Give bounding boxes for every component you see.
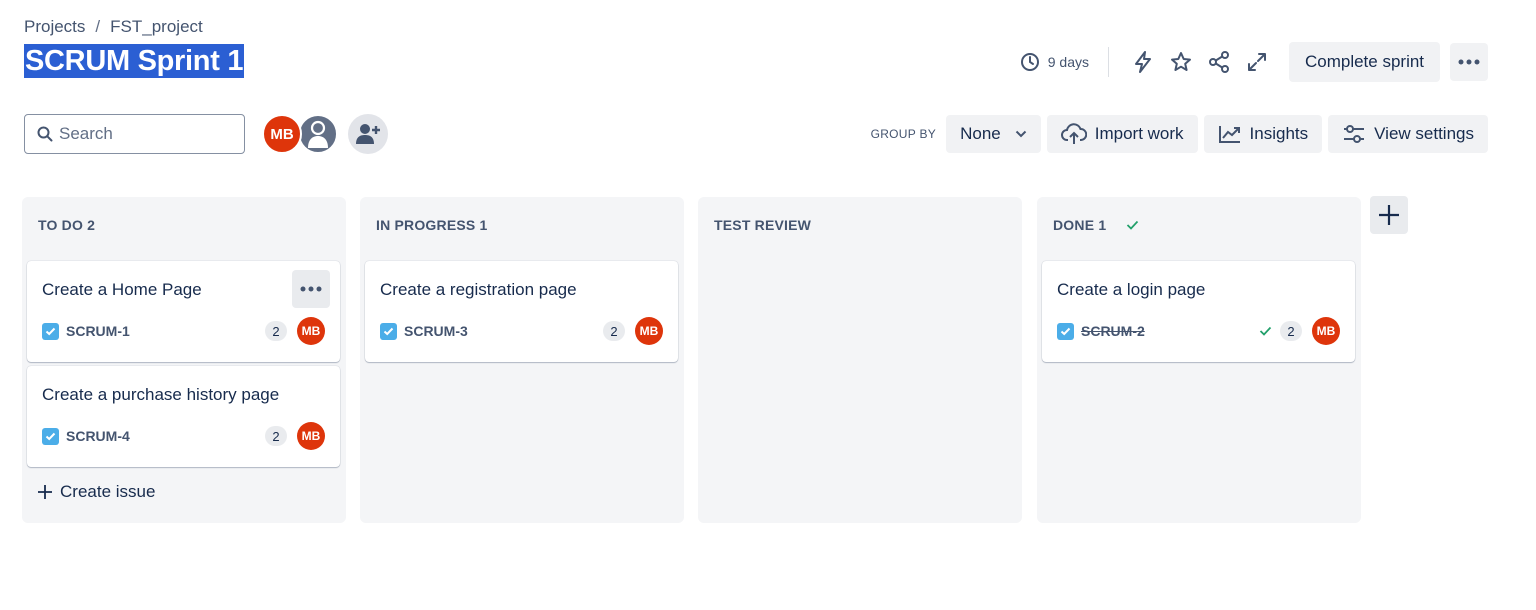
card-footer: SCRUM-3 2 MB	[380, 317, 663, 345]
column-header: DONE 1	[1053, 217, 1139, 233]
issue-key[interactable]: SCRUM-1	[66, 323, 130, 339]
add-person-icon	[356, 124, 380, 144]
more-icon	[300, 286, 322, 292]
lightning-icon	[1135, 51, 1151, 73]
avatar-filter-mb[interactable]: MB	[262, 114, 302, 154]
breadcrumb-projects-link[interactable]: Projects	[24, 17, 85, 37]
search-input[interactable]	[59, 124, 229, 144]
add-column-button[interactable]	[1370, 196, 1408, 234]
issue-key[interactable]: SCRUM-3	[404, 323, 468, 339]
star-icon	[1171, 52, 1191, 71]
issue-card[interactable]: Create a purchase history page SCRUM-4 2…	[27, 366, 340, 467]
issue-card[interactable]: Create a Home Page SCRUM-1 2 MB	[27, 261, 340, 362]
search-field[interactable]	[24, 114, 245, 154]
breadcrumb: Projects / FST_project	[24, 17, 203, 37]
issue-key[interactable]: SCRUM-2	[1081, 323, 1145, 339]
sprint-days-remaining[interactable]: 9 days	[1020, 52, 1089, 72]
divider	[1108, 47, 1109, 77]
import-work-label: Import work	[1094, 124, 1184, 143]
search-icon	[37, 126, 53, 142]
more-icon	[1458, 59, 1480, 65]
page-title[interactable]: SCRUM Sprint 1	[24, 44, 245, 78]
star-button[interactable]	[1165, 46, 1197, 78]
plus-icon	[1379, 205, 1399, 225]
more-actions-button[interactable]	[1450, 43, 1488, 81]
story-points-badge: 2	[1280, 321, 1302, 341]
insights-label: Insights	[1249, 124, 1309, 143]
column-header: TO DO 2	[38, 217, 95, 233]
column-header: TEST REVIEW	[714, 217, 811, 233]
check-icon	[1127, 220, 1139, 230]
complete-sprint-button[interactable]: Complete sprint	[1289, 42, 1440, 82]
header-actions: 9 days Complete sprint	[1020, 42, 1488, 82]
insights-button[interactable]: Insights	[1203, 115, 1323, 153]
share-button[interactable]	[1203, 46, 1235, 78]
person-icon	[308, 120, 328, 148]
settings-icon	[1344, 125, 1365, 143]
view-settings-label: View settings	[1374, 124, 1474, 143]
add-people-button[interactable]	[348, 114, 388, 154]
issue-card[interactable]: Create a registration page SCRUM-3 2 MB	[365, 261, 678, 362]
check-icon	[1259, 326, 1272, 336]
task-icon	[380, 322, 397, 340]
view-settings-button[interactable]: View settings	[1328, 115, 1488, 153]
column-header: IN PROGRESS 1	[376, 217, 488, 233]
card-footer: SCRUM-2 2 MB	[1057, 317, 1340, 345]
board-toolbar: GROUP BY None Import work Insights View …	[871, 115, 1488, 153]
card-title: Create a Home Page	[42, 280, 202, 299]
cloud-upload-icon	[1060, 123, 1087, 144]
column-in-progress: IN PROGRESS 1 Create a registration page…	[360, 197, 684, 523]
insights-icon	[1218, 126, 1240, 143]
breadcrumb-project-link[interactable]: FST_project	[110, 17, 203, 37]
group-by-value: None	[960, 124, 1001, 143]
share-icon	[1209, 51, 1229, 73]
card-title: Create a registration page	[380, 280, 577, 299]
card-footer: SCRUM-4 2 MB	[42, 422, 325, 450]
story-points-badge: 2	[603, 321, 625, 341]
automation-button[interactable]	[1127, 46, 1159, 78]
issue-key[interactable]: SCRUM-4	[66, 428, 130, 444]
card-footer: SCRUM-1 2 MB	[42, 317, 325, 345]
fullscreen-button[interactable]	[1241, 46, 1273, 78]
column-title: TO DO 2	[38, 217, 96, 233]
story-points-badge: 2	[265, 321, 287, 341]
assignee-avatar[interactable]: MB	[635, 317, 663, 345]
task-icon	[1057, 322, 1074, 340]
task-icon	[42, 322, 59, 340]
expand-icon	[1248, 53, 1266, 71]
column-title: IN PROGRESS 1	[376, 217, 488, 233]
card-more-button[interactable]	[292, 270, 330, 308]
column-title: TEST REVIEW	[714, 217, 812, 233]
chevron-down-icon	[1015, 130, 1026, 138]
story-points-badge: 2	[265, 426, 287, 446]
column-test-review: TEST REVIEW	[698, 197, 1022, 523]
column-title: DONE 1	[1053, 217, 1107, 233]
breadcrumb-separator: /	[95, 17, 101, 36]
create-issue-label: Create issue	[60, 482, 156, 501]
group-by-label: GROUP BY	[870, 127, 937, 141]
import-work-button[interactable]: Import work	[1046, 115, 1198, 153]
days-label: 9 days	[1047, 54, 1089, 70]
create-issue-button[interactable]: Create issue	[38, 482, 155, 502]
column-done: DONE 1 Create a login page SCRUM-2 2 MB	[1037, 197, 1361, 523]
plus-icon	[38, 485, 52, 499]
avatar-filter-unassigned[interactable]	[298, 114, 338, 154]
task-icon	[42, 427, 59, 445]
assignee-avatar[interactable]: MB	[1312, 317, 1340, 345]
card-title: Create a purchase history page	[42, 385, 280, 404]
clock-icon	[1020, 53, 1039, 71]
column-todo: TO DO 2 Create a Home Page SCRUM-1 2 MB …	[22, 197, 346, 523]
group-by-select[interactable]: None	[946, 115, 1041, 153]
assignee-avatar[interactable]: MB	[297, 317, 325, 345]
assignee-avatar[interactable]: MB	[297, 422, 325, 450]
card-title: Create a login page	[1057, 280, 1206, 299]
issue-card[interactable]: Create a login page SCRUM-2 2 MB	[1042, 261, 1355, 362]
